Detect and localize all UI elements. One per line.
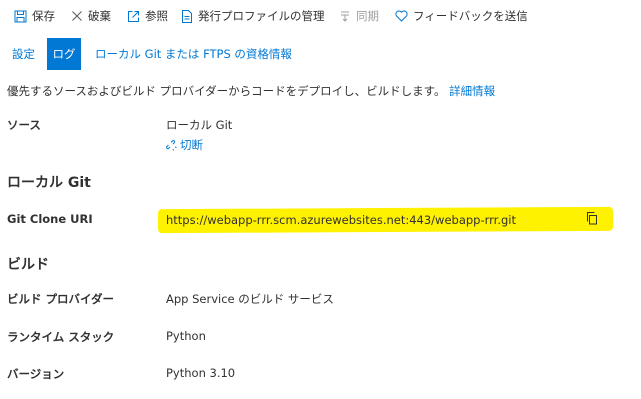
runtime-stack-label: ランタイム スタック	[7, 330, 115, 344]
heart-icon	[395, 10, 408, 22]
tab-settings[interactable]: 設定	[5, 38, 42, 70]
disconnect-label: 切断	[180, 138, 203, 152]
git-clone-uri-label: Git Clone URI	[7, 212, 93, 226]
copy-uri-button[interactable]	[586, 212, 600, 226]
save-button[interactable]: 保存	[14, 8, 55, 24]
sync-icon	[341, 11, 349, 22]
tab-logs[interactable]: ログ	[47, 38, 81, 70]
browse-button[interactable]: 参照	[127, 8, 168, 24]
learn-more-link[interactable]: 詳細情報	[449, 84, 495, 98]
description-text: 優先するソースおよびビルド プロバイダーからコードをデプロイし、ビルドします。	[7, 84, 446, 98]
manage-publish-profile-button[interactable]: 発行プロファイルの管理	[181, 8, 325, 24]
source-value: ローカル Git	[166, 118, 233, 132]
save-label: 保存	[32, 9, 55, 23]
disconnect-link[interactable]: 切断	[166, 137, 203, 153]
manage-profile-label: 発行プロファイルの管理	[198, 9, 325, 23]
sync-button[interactable]: 同期	[339, 8, 379, 24]
source-label: ソース	[7, 118, 41, 132]
version-value: Python 3.10	[166, 366, 236, 380]
version-label: バージョン	[7, 367, 65, 381]
send-feedback-button[interactable]: フィードバックを送信	[395, 8, 528, 24]
unlink-icon	[166, 139, 177, 151]
feedback-label: フィードバックを送信	[413, 9, 528, 23]
close-icon	[72, 11, 82, 21]
page-description: 優先するソースおよびビルド プロバイダーからコードをデプロイし、ビルドします。 …	[7, 83, 495, 99]
tab-credentials[interactable]: ローカル Git または FTPS の資格情報	[95, 38, 292, 70]
external-link-icon	[128, 10, 139, 22]
browse-label: 参照	[145, 9, 168, 23]
deployment-tabs: 設定 ログ ローカル Git または FTPS の資格情報	[0, 38, 641, 70]
sync-label: 同期	[356, 9, 379, 23]
document-icon	[182, 9, 192, 23]
build-provider-label: ビルド プロバイダー	[7, 292, 115, 306]
build-heading: ビルド	[7, 257, 49, 273]
discard-label: 破棄	[88, 9, 111, 23]
copy-icon	[587, 212, 597, 225]
runtime-stack-value: Python	[166, 329, 206, 343]
save-icon	[14, 10, 27, 22]
command-bar: 保存 破棄 参照 発行プロファイルの管理 同期 フィードバックを送信	[0, 0, 641, 32]
git-clone-uri-field[interactable]: https://webapp-rrr.scm.azurewebsites.net…	[166, 211, 602, 229]
build-provider-value: App Service のビルド サービス	[166, 292, 334, 306]
local-git-heading: ローカル Git	[7, 175, 91, 191]
discard-button[interactable]: 破棄	[71, 8, 111, 24]
git-clone-uri-value: https://webapp-rrr.scm.azurewebsites.net…	[166, 213, 517, 227]
